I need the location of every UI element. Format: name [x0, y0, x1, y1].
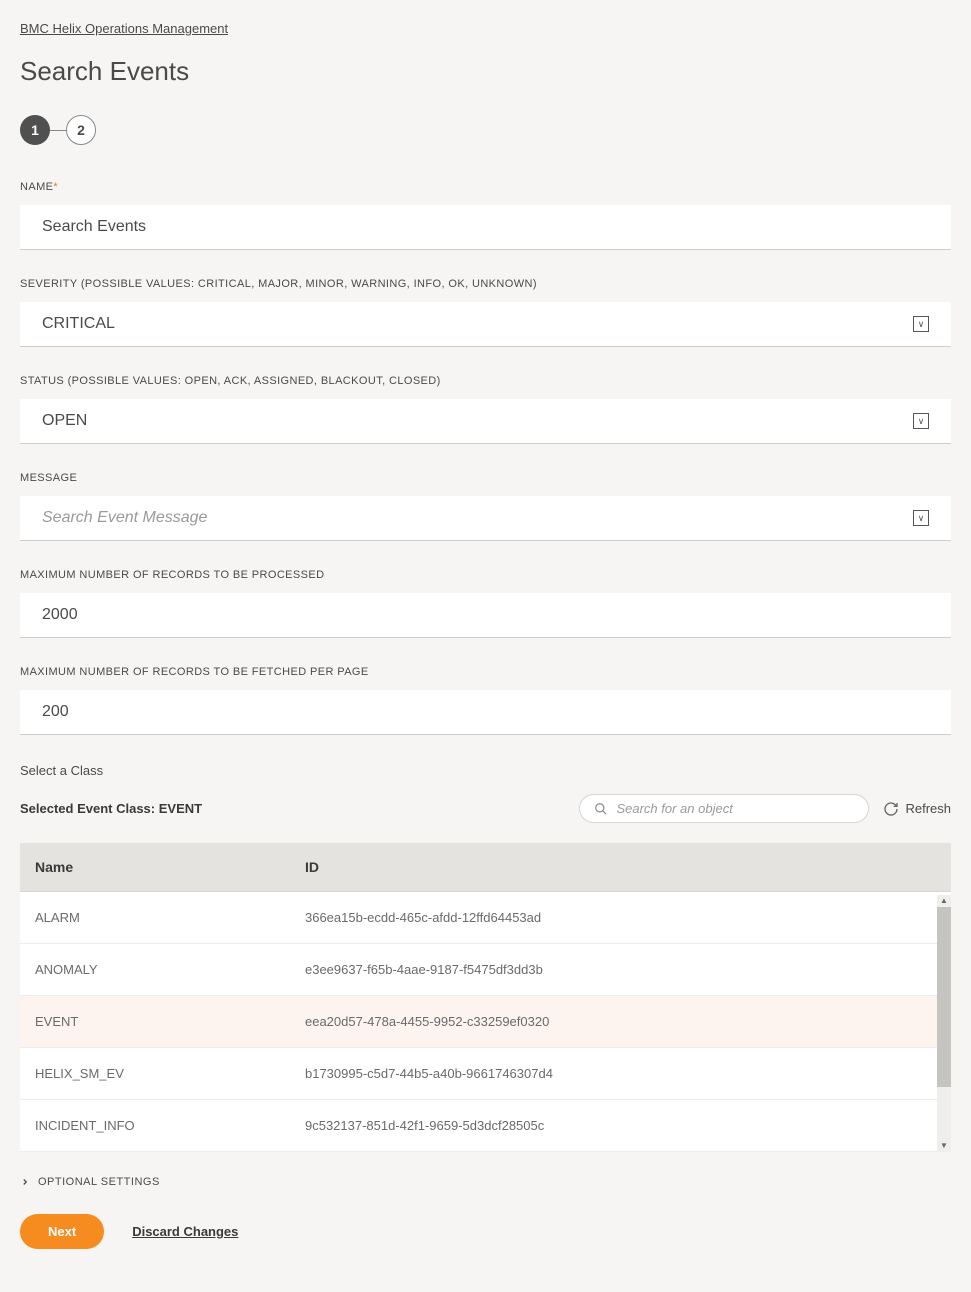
chevron-down-icon: ∨ [913, 413, 929, 429]
name-input-wrap[interactable] [20, 205, 951, 250]
max-processed-input[interactable] [42, 606, 929, 624]
scroll-up-icon[interactable]: ▲ [940, 895, 948, 907]
chevron-down-icon: ∨ [913, 316, 929, 332]
chevron-down-icon: ∨ [913, 510, 929, 526]
status-select[interactable]: OPEN ∨ [20, 399, 951, 444]
scroll-thumb[interactable] [937, 907, 951, 1087]
cell-id: 9c532137-851d-42f1-9659-5d3dcf28505c [290, 1100, 951, 1152]
message-input[interactable] [42, 509, 903, 527]
cell-name: ANOMALY [20, 944, 290, 996]
refresh-icon [883, 801, 899, 817]
step-connector [50, 130, 66, 131]
max-processed-label: MAXIMUM NUMBER OF RECORDS TO BE PROCESSE… [20, 569, 951, 581]
max-perpage-input[interactable] [42, 703, 929, 721]
discard-button[interactable]: Discard Changes [132, 1224, 238, 1239]
cell-id: b1730995-c5d7-44b5-a40b-9661746307d4 [290, 1048, 951, 1100]
name-label: NAME* [20, 181, 951, 193]
select-class-label: Select a Class [20, 763, 951, 778]
status-value: OPEN [42, 412, 87, 430]
severity-value: CRITICAL [42, 315, 115, 333]
table-row[interactable]: EVENTeea20d57-478a-4455-9952-c33259ef032… [20, 996, 951, 1048]
selected-class-label: Selected Event Class: EVENT [20, 801, 202, 816]
table-row[interactable]: ALARM366ea15b-ecdd-465c-afdd-12ffd64453a… [20, 892, 951, 944]
max-perpage-label: MAXIMUM NUMBER OF RECORDS TO BE FETCHED … [20, 666, 951, 678]
refresh-label: Refresh [905, 801, 951, 816]
step-1[interactable]: 1 [20, 115, 50, 145]
severity-select[interactable]: CRITICAL ∨ [20, 302, 951, 347]
optional-settings-toggle[interactable]: OPTIONAL SETTINGS [20, 1176, 951, 1188]
cell-name: HELIX_SM_EV [20, 1048, 290, 1100]
wizard-stepper: 1 2 [20, 115, 951, 145]
severity-label: SEVERITY (POSSIBLE VALUES: CRITICAL, MAJ… [20, 278, 951, 290]
class-search-input[interactable] [616, 801, 854, 816]
col-header-id[interactable]: ID [290, 843, 951, 892]
max-perpage-input-wrap[interactable] [20, 690, 951, 735]
status-label: STATUS (POSSIBLE VALUES: OPEN, ACK, ASSI… [20, 375, 951, 387]
cell-name: ALARM [20, 892, 290, 944]
max-processed-input-wrap[interactable] [20, 593, 951, 638]
page-title: Search Events [20, 56, 951, 87]
table-scrollbar[interactable]: ▲ ▼ [937, 895, 951, 1152]
class-table: Name ID ALARM366ea15b-ecdd-465c-afdd-12f… [20, 843, 951, 1152]
search-icon [594, 802, 608, 816]
refresh-button[interactable]: Refresh [883, 801, 951, 817]
step-2[interactable]: 2 [66, 115, 96, 145]
next-button[interactable]: Next [20, 1214, 104, 1249]
class-search-wrap[interactable] [579, 794, 869, 823]
table-row[interactable]: HELIX_SM_EVb1730995-c5d7-44b5-a40b-96617… [20, 1048, 951, 1100]
message-select[interactable]: ∨ [20, 496, 951, 541]
cell-id: eea20d57-478a-4455-9952-c33259ef0320 [290, 996, 951, 1048]
cell-id: 366ea15b-ecdd-465c-afdd-12ffd64453ad [290, 892, 951, 944]
message-label: MESSAGE [20, 472, 951, 484]
chevron-right-icon [20, 1177, 30, 1187]
breadcrumb-link[interactable]: BMC Helix Operations Management [20, 21, 228, 36]
cell-id: e3ee9637-f65b-4aae-9187-f5475df3dd3b [290, 944, 951, 996]
scroll-down-icon[interactable]: ▼ [940, 1140, 948, 1152]
cell-name: INCIDENT_INFO [20, 1100, 290, 1152]
name-input[interactable] [42, 218, 929, 236]
cell-name: EVENT [20, 996, 290, 1048]
optional-settings-label: OPTIONAL SETTINGS [38, 1176, 160, 1188]
table-row[interactable]: INCIDENT_INFO9c532137-851d-42f1-9659-5d3… [20, 1100, 951, 1152]
class-table-wrap: Name ID ALARM366ea15b-ecdd-465c-afdd-12f… [20, 843, 951, 1152]
col-header-name[interactable]: Name [20, 843, 290, 892]
table-row[interactable]: ANOMALYe3ee9637-f65b-4aae-9187-f5475df3d… [20, 944, 951, 996]
